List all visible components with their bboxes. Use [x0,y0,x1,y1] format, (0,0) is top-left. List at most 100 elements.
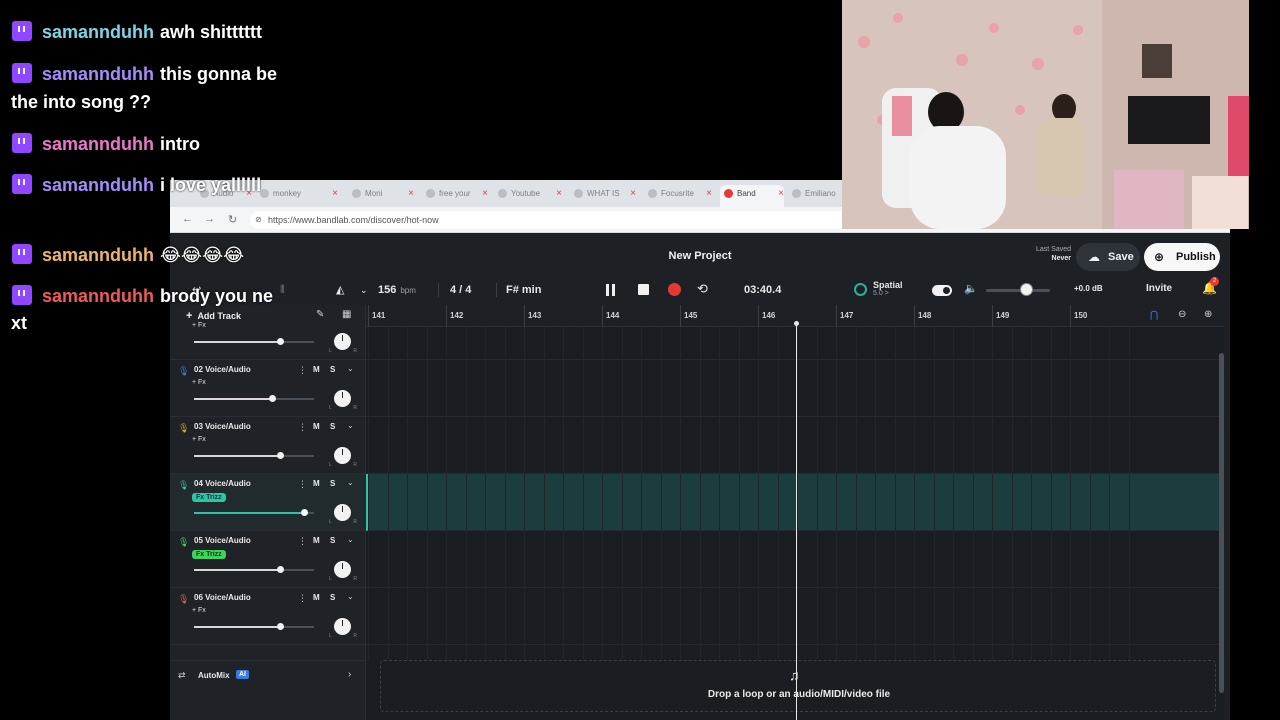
track-lane[interactable] [366,417,1224,474]
url-input[interactable]: ⊘ https://www.bandlab.com/discover/hot-no… [250,211,900,229]
browser-tab[interactable]: Moni × [352,185,414,207]
fx-button[interactable]: Fx Trizz [192,550,226,559]
project-title[interactable]: New Project [170,250,1230,262]
close-tab-icon[interactable]: × [408,185,414,203]
chevron-down-icon[interactable]: ⌄ [347,592,354,601]
close-tab-icon[interactable]: × [630,185,636,203]
automix-row[interactable]: ⇄ AutoMix AI › [170,660,366,690]
more-options-icon[interactable]: ⋮ [298,365,307,376]
track-header[interactable]: 🎙 05 Voice/Audio Fx Trizz ⋮ M S ⌄ L R [170,531,366,588]
fx-button[interactable]: + Fx [192,436,206,443]
mixer-icon[interactable]: ⦀ [280,281,285,299]
solo-button[interactable]: S [330,593,335,602]
track-volume-handle[interactable] [301,509,308,516]
playhead[interactable] [794,321,799,720]
back-arrow-icon[interactable]: ← [182,213,193,225]
beat-gridline [660,327,662,660]
track-volume-handle[interactable] [277,452,284,459]
master-volume-slider[interactable] [986,289,1050,292]
magnet-icon[interactable]: ⋂ [1150,310,1158,321]
chevron-down-icon[interactable]: ⌄ [347,478,354,487]
mute-button[interactable]: M [313,422,320,431]
track-lanes[interactable] [366,327,1224,660]
chevron-down-icon[interactable]: ⌄ [360,281,368,299]
mute-button[interactable]: M [313,536,320,545]
track-header[interactable]: 🎙 06 Voice/Audio + Fx ⋮ M S ⌄ L R [170,588,366,645]
key-field[interactable]: F# min [506,282,556,298]
close-tab-icon[interactable]: × [482,185,488,203]
browser-tab[interactable]: Youtube × [498,185,562,207]
track-lane[interactable] [366,588,1224,645]
close-tab-icon[interactable]: × [778,185,784,203]
master-volume-handle[interactable] [1020,283,1033,296]
drop-zone[interactable]: ♫ Drop a loop or an audio/MIDI/video fil… [380,660,1216,712]
solo-button[interactable]: S [330,536,335,545]
mute-button[interactable]: M [313,593,320,602]
fx-button[interactable]: + Fx [192,379,206,386]
track-name[interactable]: 02 Voice/Audio [194,365,251,374]
browser-tab[interactable]: monkey × [260,185,338,207]
track-lane[interactable] [366,531,1224,588]
speaker-icon[interactable]: 🔈 [964,282,978,295]
tempo-field[interactable]: 156 bpm [378,282,434,298]
close-tab-icon[interactable]: × [706,185,712,203]
more-options-icon[interactable]: ⋮ [298,536,307,547]
mute-button[interactable]: M [313,365,320,374]
track-volume-handle[interactable] [277,338,284,345]
timeline[interactable]: 141 142 143 144 145 146 147 148 149 150 ⋂ ⊖ ⊕ ♫ D… [366,305,1224,720]
more-options-icon[interactable]: ⋮ [298,422,307,433]
chevron-down-icon[interactable]: ⌄ [347,535,354,544]
divider [496,283,497,297]
browser-tab-active[interactable]: Band × [720,185,784,207]
track-header[interactable]: 🎙 03 Voice/Audio + Fx ⋮ M S ⌄ L R [170,417,366,474]
track-volume-handle[interactable] [277,566,284,573]
track-name[interactable]: 03 Voice/Audio [194,422,251,431]
track-header[interactable]: + Fx L R [170,303,366,360]
pause-button[interactable] [604,282,618,298]
browser-tab[interactable]: Focusrite × [648,185,712,207]
mute-button[interactable]: M [313,479,320,488]
invite-button[interactable]: Invite [1146,283,1172,294]
spatial-toggle[interactable] [932,285,952,296]
fx-button[interactable]: + Fx [192,322,206,329]
track-volume-handle[interactable] [269,395,276,402]
fx-button[interactable]: + Fx [192,607,206,614]
track-lane[interactable] [366,474,1224,531]
track-volume-handle[interactable] [277,623,284,630]
reload-icon[interactable]: ↻ [228,213,237,226]
browser-tab[interactable]: free your × [426,185,488,207]
save-button[interactable]: ☁ Save [1076,243,1140,271]
spatial-audio-control[interactable]: Spatial 5.0 > [850,277,954,303]
track-header[interactable]: 🎙 04 Voice/Audio Fx Trizz ⋮ M S ⌄ L R [170,474,366,531]
stop-button[interactable] [638,284,649,295]
forward-arrow-icon[interactable]: → [204,213,215,225]
vertical-scrollbar[interactable] [1219,353,1224,693]
chevron-down-icon[interactable]: ⌄ [347,421,354,430]
track-lane[interactable] [366,305,1224,360]
loop-icon[interactable]: ⟲ [697,281,708,297]
chevron-right-icon[interactable]: › [348,669,351,680]
record-button[interactable] [668,283,681,296]
fx-button[interactable]: Fx Trizz [192,493,226,502]
track-name[interactable]: 05 Voice/Audio [194,536,251,545]
chevron-down-icon[interactable]: ⌄ [347,364,354,373]
time-signature-field[interactable]: 4 / 4 [450,282,490,298]
zoom-in-icon[interactable]: ⊕ [1204,309,1212,320]
studio-header: New Project Last Saved Never ☁ Save ⊕ Publi… [170,233,1230,275]
more-options-icon[interactable]: ⋮ [298,593,307,604]
close-tab-icon[interactable]: × [332,185,338,203]
track-name[interactable]: 06 Voice/Audio [194,593,251,602]
zoom-out-icon[interactable]: ⊖ [1178,309,1186,320]
solo-button[interactable]: S [330,422,335,431]
publish-button[interactable]: ⊕ Publish [1144,243,1220,271]
track-volume-fill [194,341,280,343]
track-name[interactable]: 04 Voice/Audio [194,479,251,488]
solo-button[interactable]: S [330,365,335,374]
track-lane[interactable] [366,360,1224,417]
solo-button[interactable]: S [330,479,335,488]
track-header[interactable]: 🎙 02 Voice/Audio + Fx ⋮ M S ⌄ L R [170,360,366,417]
browser-tab[interactable]: WHAT IS × [574,185,636,207]
close-tab-icon[interactable]: × [556,185,562,203]
more-options-icon[interactable]: ⋮ [298,479,307,490]
metronome-icon[interactable]: ◭ [336,281,344,299]
